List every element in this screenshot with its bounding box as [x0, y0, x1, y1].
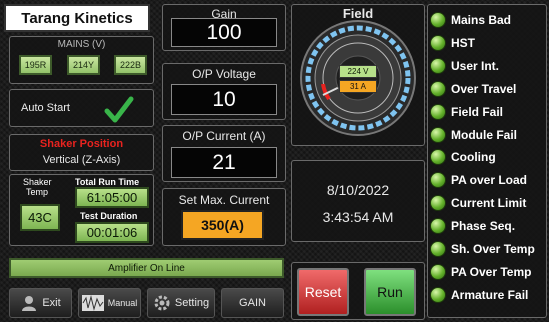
time-value: 3:43:54 AM	[322, 209, 394, 225]
alarm-label: Current Limit	[451, 196, 527, 211]
alarm-led-icon	[430, 218, 446, 235]
auto-start-label: Auto Start	[21, 102, 70, 114]
alarm-led-icon	[430, 12, 446, 28]
alarm-label: User Int.	[451, 58, 500, 73]
op-current-value: 21	[171, 147, 277, 178]
alarm-label: HST	[451, 35, 475, 50]
alarm-led-icon	[430, 57, 446, 74]
user-icon	[22, 296, 37, 311]
op-current-label: O/P Current (A)	[182, 129, 266, 143]
shaker-position-panel: Shaker Position Vertical (Z-Axis)	[9, 134, 154, 171]
alarm-label: Armature Fail	[451, 287, 529, 302]
mains-title: MAINS (V)	[57, 39, 106, 50]
alarm-label: Module Fail	[451, 127, 517, 142]
gain-value: 100	[171, 18, 277, 47]
mains-b-value: 222B	[114, 55, 147, 75]
gain-nav-button[interactable]: GAIN	[221, 288, 284, 318]
alarm-label: Field Fail	[451, 104, 504, 119]
max-current-label: Set Max. Current	[178, 193, 270, 207]
op-voltage-value: 10	[171, 84, 277, 115]
setting-button[interactable]: Setting	[147, 288, 215, 318]
test-duration-label: Test Duration	[80, 211, 138, 221]
setting-label: Setting	[174, 297, 210, 309]
reset-button-label: Reset	[304, 284, 342, 300]
datetime-panel: 8/10/2022 3:43:54 AM	[291, 160, 425, 242]
amplifier-status-text: Amplifier On Line	[108, 262, 185, 274]
shaker-position-title: Shaker Position	[39, 138, 124, 150]
alarm-led-icon	[430, 80, 446, 97]
alarm-label: Cooling	[451, 150, 496, 165]
alarm-label: Over Travel	[451, 81, 517, 96]
reset-button[interactable]: Reset	[297, 268, 349, 316]
alarm-led-icon	[430, 34, 446, 51]
exit-label: Exit	[42, 297, 61, 309]
alarm-led-icon	[430, 263, 446, 280]
checkmark-icon	[104, 96, 134, 123]
gain-nav-label: GAIN	[239, 297, 266, 309]
alarm-label: Phase Seq.	[451, 219, 516, 234]
exit-button[interactable]: Exit	[9, 288, 72, 318]
alarm-label: PA Over Temp	[451, 264, 532, 279]
run-button-label: Run	[377, 284, 403, 300]
test-duration-value: 00:01:06	[75, 222, 149, 243]
manual-label: Manual	[107, 298, 138, 308]
max-current-value[interactable]: 350(A)	[181, 210, 264, 240]
field-gauge-dial	[300, 20, 416, 136]
alarm-led-icon	[430, 241, 446, 257]
alarm-led-icon	[430, 103, 446, 120]
alarm-led-icon	[430, 126, 446, 143]
shaker-temp-label-2: Temp	[26, 187, 49, 197]
shaker-position-value: Vertical (Z-Axis)	[42, 154, 121, 166]
shaker-temp-label-1: Shaker	[23, 177, 52, 187]
alarm-led-icon	[430, 286, 446, 303]
run-button[interactable]: Run	[364, 268, 416, 316]
date-value: 8/10/2022	[326, 182, 390, 198]
mains-y-value: 214Y	[67, 55, 100, 75]
alarm-label: Sh. Over Temp	[451, 242, 535, 256]
manual-button[interactable]: Manual	[78, 288, 141, 318]
total-run-time-value: 61:05:00	[75, 187, 149, 208]
amplifier-status-bar: Amplifier On Line	[9, 258, 284, 278]
total-run-time-label: Total Run Time	[75, 177, 140, 187]
gear-icon	[154, 295, 170, 311]
shaker-temp-value: 43C	[20, 204, 60, 231]
brand-logo: Tarang Kinetics	[4, 4, 150, 32]
alarm-label: Mains Bad	[451, 13, 512, 27]
field-current-readout: 31 A	[339, 80, 377, 93]
field-voltage-readout: 224 V	[339, 65, 377, 78]
alarm-label: PA over Load	[451, 173, 528, 188]
mains-r-value: 195R	[19, 55, 52, 75]
waveform-icon	[81, 295, 104, 311]
op-voltage-label: O/P Voltage	[192, 67, 256, 81]
